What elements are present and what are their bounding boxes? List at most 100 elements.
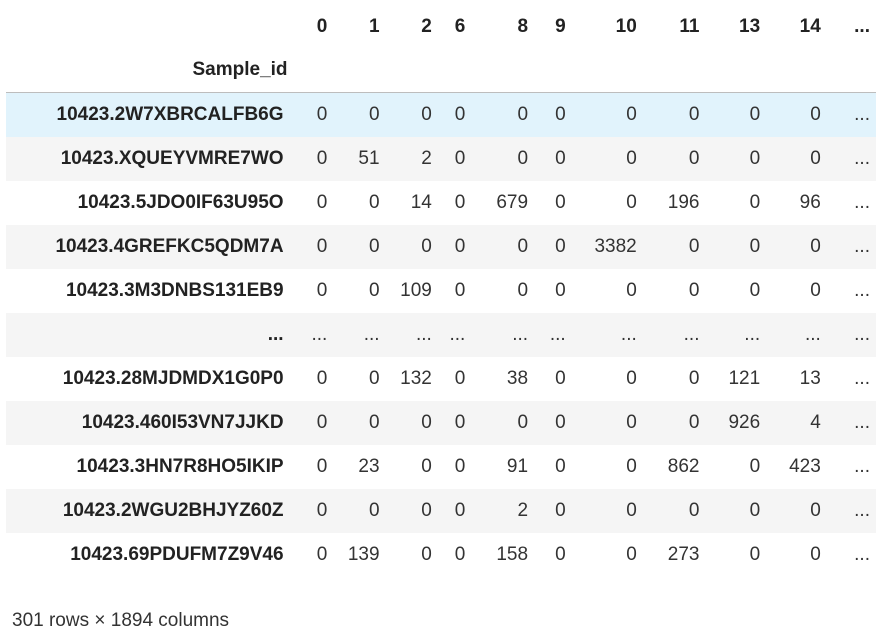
index-header-spacer — [826, 48, 876, 93]
index-header-spacer — [333, 48, 386, 93]
table-cell: 862 — [667, 455, 700, 477]
table-cell: ... — [363, 323, 380, 345]
table-cell: 13 — [799, 367, 821, 389]
table-cell: 0 — [368, 499, 380, 521]
index-header-spacer — [471, 48, 535, 93]
table-cell: 0 — [368, 191, 380, 213]
table-cell: 0 — [368, 367, 380, 389]
table-cell: ... — [744, 323, 761, 345]
table-cell: 0 — [626, 367, 637, 389]
table-cell: 38 — [506, 367, 529, 389]
table-cell: ... — [620, 323, 637, 345]
table-cell: ... — [683, 323, 700, 345]
table-cell: 0 — [454, 543, 466, 565]
row-index-label: 10423.3HN7R8HO5IKIP — [76, 455, 284, 477]
index-name-row: Sample_id — [6, 48, 876, 93]
table-cell: 0 — [316, 191, 328, 213]
table-cell: ... — [854, 411, 870, 433]
row-index-label: 10423.XQUEYVMRE7WO — [60, 147, 284, 169]
table-cell: ... — [854, 235, 870, 257]
column-header: 13 — [739, 16, 761, 37]
table-cell: 0 — [555, 499, 566, 521]
table-body: 10423.2W7XBRCALFB6G 0 0 0 0 0 0 0 0 0 0... 10423.XQ… — [6, 92, 876, 577]
table-cell: 0 — [688, 235, 700, 257]
table-cell: 51 — [358, 147, 380, 169]
table-cell: ... — [854, 323, 870, 345]
table-cell: 96 — [799, 191, 821, 213]
table-cell: 0 — [555, 367, 566, 389]
table-cell: 0 — [454, 499, 466, 521]
column-header: 6 — [454, 16, 466, 37]
table-cell: 0 — [810, 279, 821, 301]
table-cell: 423 — [789, 455, 821, 477]
row-index-label: 10423.2W7XBRCALFB6G — [56, 103, 284, 125]
table-cell: ... — [854, 367, 870, 389]
table-cell: 0 — [454, 279, 466, 301]
column-header: 14 — [799, 16, 821, 37]
table-cell: 0 — [316, 367, 328, 389]
table-cell: 0 — [626, 499, 637, 521]
table-cell: 158 — [496, 543, 529, 565]
table-shape-info: 301 rows × 1894 columns — [12, 610, 230, 631]
table-row: 10423.28MJDMDX1G0P0 0 0 132 0 38 0 0 0 121 13... — [6, 357, 876, 401]
table-cell: 0 — [421, 411, 432, 433]
dataframe-output: 0 1 2 6 8 9 10 11 13 14... Sample_id 10423.2W7XBR… — [6, 6, 876, 631]
table-row: 10423.5JDO0IF63U95O 0 0 14 0 679 0 0 196 0 96... — [6, 181, 876, 225]
table-cell: 0 — [688, 103, 700, 125]
table-cell: 0 — [555, 455, 566, 477]
row-index-label: 10423.4GREFKC5QDM7A — [55, 235, 284, 257]
column-header-row: 0 1 2 6 8 9 10 11 13 14... — [6, 6, 876, 48]
table-cell: 0 — [316, 235, 328, 257]
table-cell: 0 — [555, 103, 566, 125]
table-row: .................................... — [6, 312, 876, 357]
index-header-spacer — [642, 48, 706, 93]
table-cell: 0 — [810, 103, 821, 125]
table-cell: 0 — [810, 235, 821, 257]
row-index-label: 10423.69PDUFM7Z9V46 — [70, 543, 284, 565]
table-cell: ... — [549, 323, 566, 345]
table-cell: 0 — [810, 543, 821, 565]
table-cell: 926 — [728, 411, 761, 433]
row-index-label: 10423.28MJDMDX1G0P0 — [62, 367, 284, 389]
table-cell: 0 — [368, 103, 380, 125]
row-index-label: 10423.460I53VN7JJKD — [81, 411, 284, 433]
table-cell: 2 — [517, 499, 529, 521]
table-cell: 0 — [517, 103, 529, 125]
table-cell: 0 — [316, 455, 328, 477]
column-header: 8 — [517, 16, 529, 37]
table-cell: 0 — [316, 103, 328, 125]
table-cell: ... — [854, 147, 870, 169]
table-cell: 0 — [517, 279, 529, 301]
table-cell: 0 — [517, 235, 529, 257]
column-header: 0 — [316, 16, 328, 37]
column-header: 9 — [555, 16, 566, 37]
table-cell: 0 — [517, 411, 529, 433]
table-cell: 0 — [749, 235, 761, 257]
table-cell: 0 — [421, 499, 432, 521]
table-cell: 0 — [368, 235, 380, 257]
table-row: 10423.3M3DNBS131EB9 0 0 109 0 0 0 0 0 0 0... — [6, 269, 876, 313]
index-header-spacer — [293, 48, 334, 93]
table-cell: 121 — [728, 367, 761, 389]
table-cell: 196 — [667, 191, 700, 213]
table-cell: 0 — [749, 147, 761, 169]
index-header-spacer — [766, 48, 827, 93]
table-cell: 14 — [410, 191, 432, 213]
table-row: 10423.2WGU2BHJYZ60Z 0 0 0 0 2 0 0 0 0 0... — [6, 488, 876, 533]
index-header-spacer — [705, 48, 767, 93]
table-cell: 0 — [688, 411, 700, 433]
table-cell: 109 — [400, 279, 432, 301]
table-row: 10423.XQUEYVMRE7WO 0 51 2 0 0 0 0 0 0 0... — [6, 136, 876, 181]
table-cell: 0 — [555, 411, 566, 433]
table-cell: 0 — [749, 455, 761, 477]
column-header: 10 — [615, 16, 637, 37]
table-cell: 139 — [347, 543, 380, 565]
row-index-label: ... — [267, 323, 284, 345]
table-cell: 0 — [555, 147, 566, 169]
table-cell: 0 — [454, 103, 466, 125]
table-cell: 0 — [749, 543, 761, 565]
table-cell: ... — [854, 103, 870, 125]
table-cell: 0 — [749, 191, 761, 213]
table-cell: 0 — [454, 367, 466, 389]
table-cell: 0 — [316, 499, 328, 521]
